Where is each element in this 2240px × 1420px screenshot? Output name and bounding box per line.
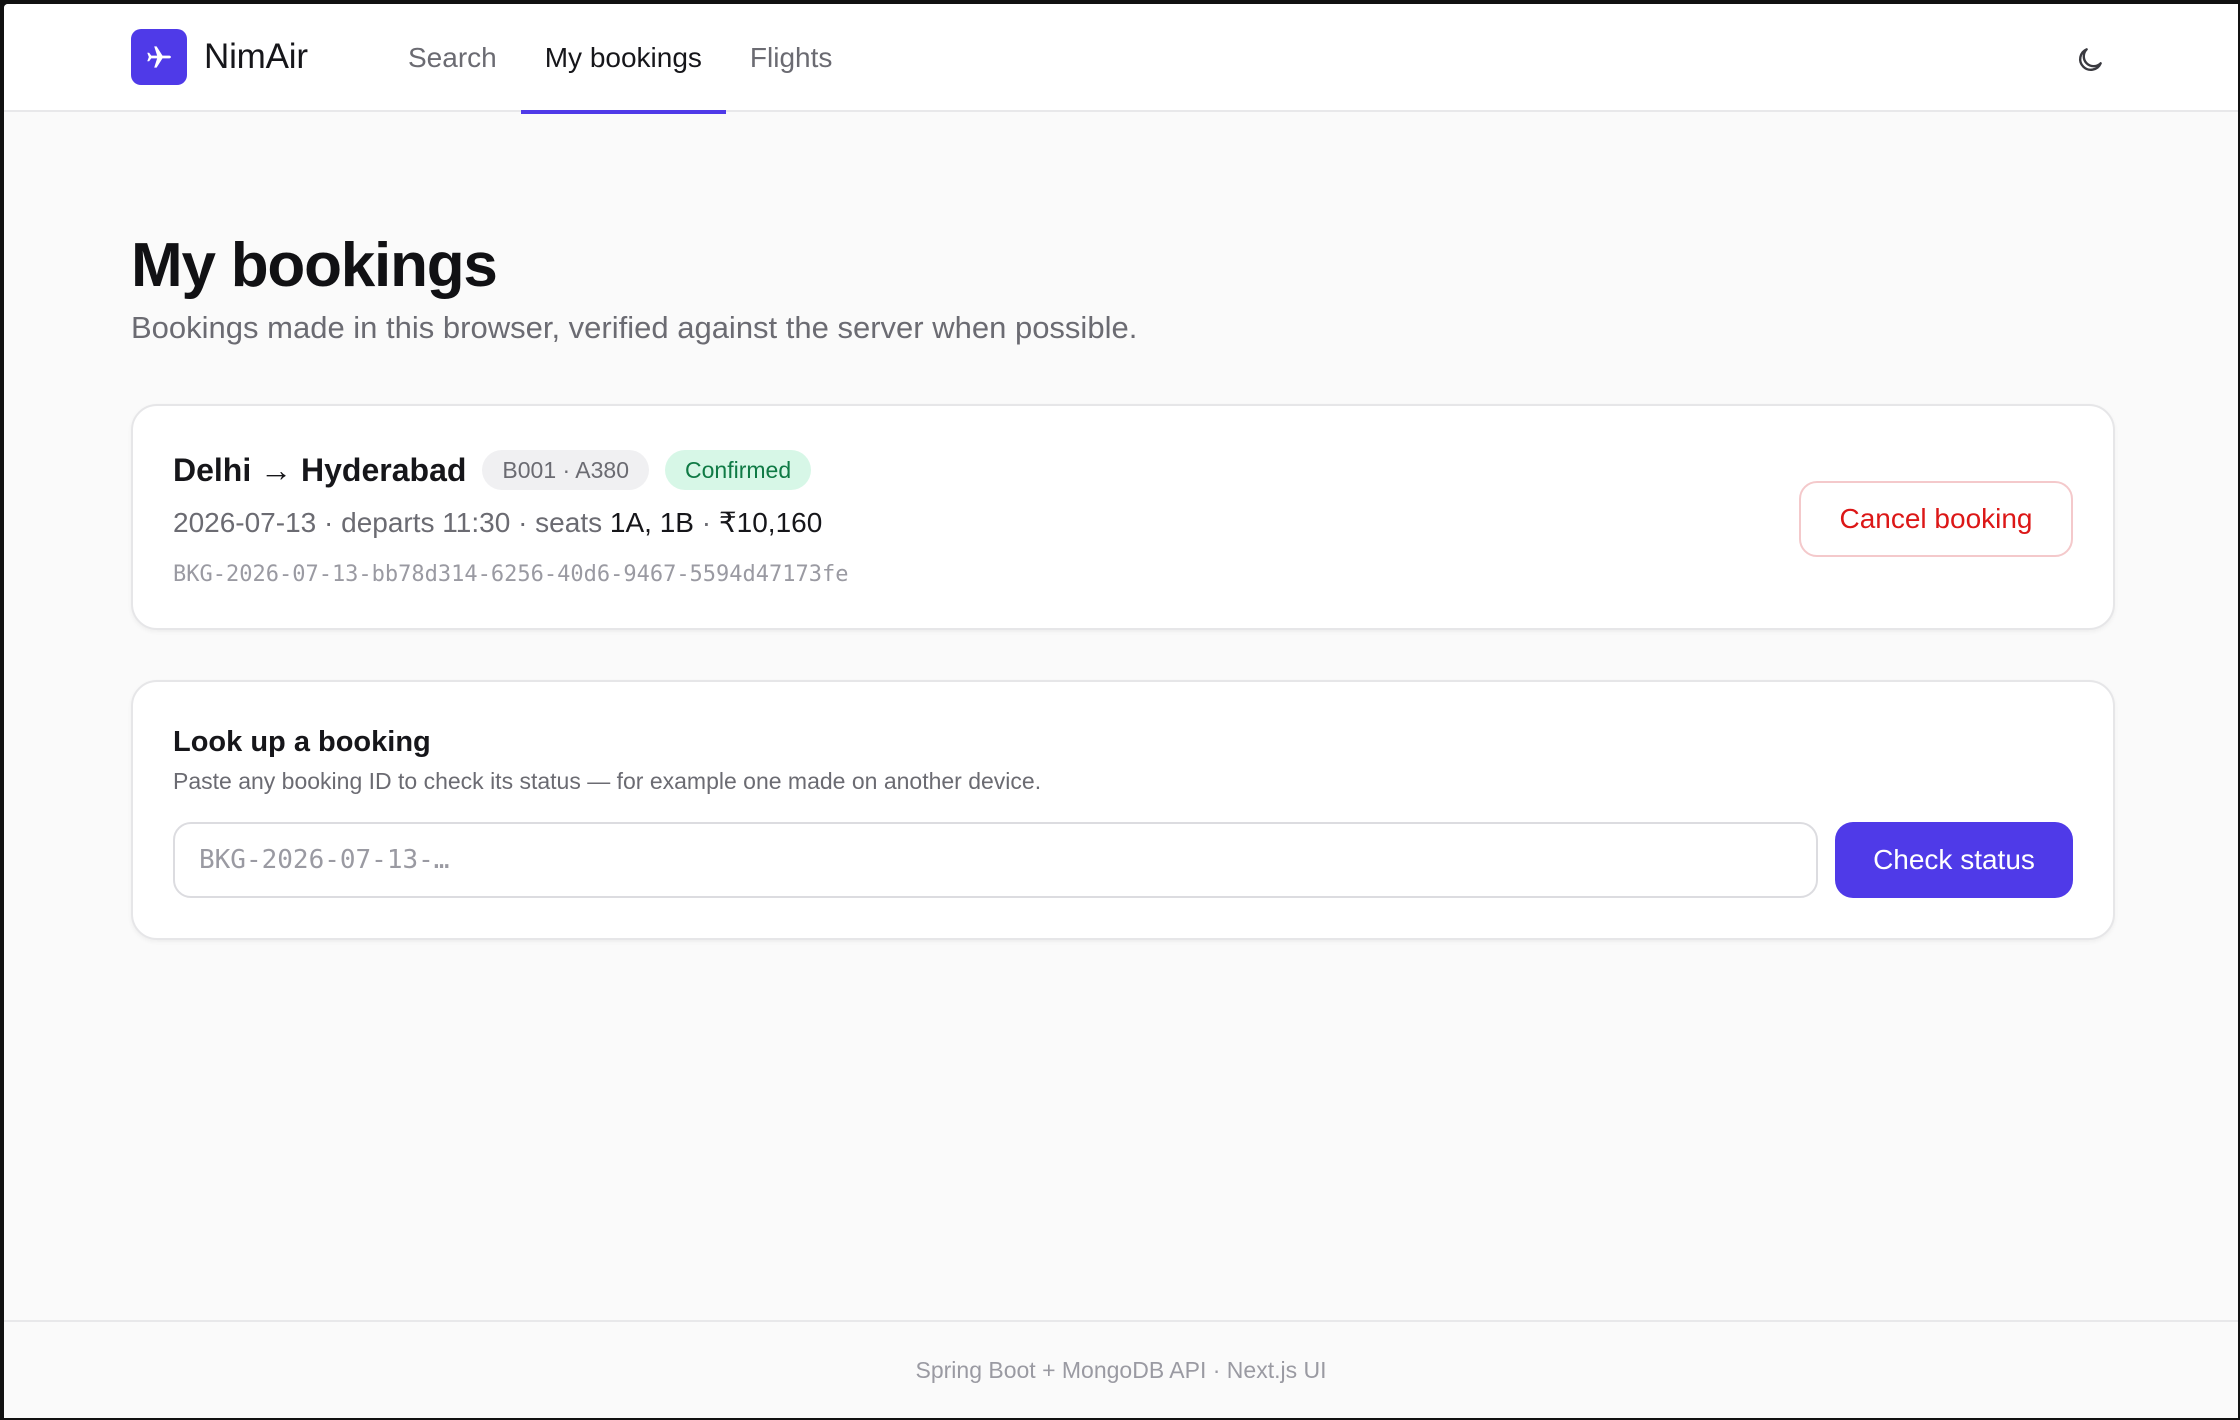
status-badge: Confirmed xyxy=(665,450,812,490)
cancel-booking-button[interactable]: Cancel booking xyxy=(1799,481,2073,557)
check-status-button[interactable]: Check status xyxy=(1835,822,2073,898)
app-window: NimAir Search My bookings Flights My boo… xyxy=(4,4,2238,1418)
lookup-title: Look up a booking xyxy=(173,726,431,758)
brand-name: NimAir xyxy=(204,37,308,76)
booking-seats: 1A, 1B xyxy=(609,507,694,538)
lookup-help-text: Paste any booking ID to check its status… xyxy=(173,768,1042,794)
top-nav-bar: NimAir Search My bookings Flights xyxy=(4,4,2238,114)
booking-departure-time: 11:30 xyxy=(442,507,511,538)
brand[interactable]: NimAir xyxy=(131,29,308,85)
booking-date: 2026-07-13 xyxy=(173,507,317,538)
moon-icon xyxy=(2079,48,2102,71)
departs-separator: · departs xyxy=(316,507,443,538)
lookup-card: Look up a booking Paste any booking ID t… xyxy=(131,680,2115,940)
nav-tab-search[interactable]: Search xyxy=(384,4,521,112)
theme-toggle-button[interactable] xyxy=(2070,40,2110,80)
main-nav: Search My bookings Flights xyxy=(384,4,856,114)
booking-route: Delhi → Hyderabad xyxy=(173,451,467,488)
flight-chip: B001 · A380 xyxy=(482,450,650,490)
plane-icon xyxy=(131,29,187,85)
price-separator: · xyxy=(693,507,719,538)
booking-id: BKG-2026-07-13-bb78d314-6256-40d6-9467-5… xyxy=(173,562,849,587)
booking-price: ₹10,160 xyxy=(718,507,823,538)
footer-text: Spring Boot + MongoDB API · Next.js UI xyxy=(915,1356,1327,1383)
footer: Spring Boot + MongoDB API · Next.js UI xyxy=(4,1320,2238,1418)
booking-card: Delhi → Hyderabad B001 · A380 Confirmed … xyxy=(131,404,2115,630)
seats-separator: · seats xyxy=(510,507,610,538)
nav-tab-flights[interactable]: Flights xyxy=(726,4,856,112)
booking-details: 2026-07-13 · departs 11:30 · seats 1A, 1… xyxy=(173,506,822,539)
booking-header-row: Delhi → Hyderabad B001 · A380 Confirmed xyxy=(173,450,812,490)
page-title: My bookings xyxy=(131,231,498,300)
booking-id-input[interactable] xyxy=(173,822,1818,898)
nav-tab-my-bookings[interactable]: My bookings xyxy=(520,4,727,114)
page-subtitle: Bookings made in this browser, verified … xyxy=(131,310,1138,345)
